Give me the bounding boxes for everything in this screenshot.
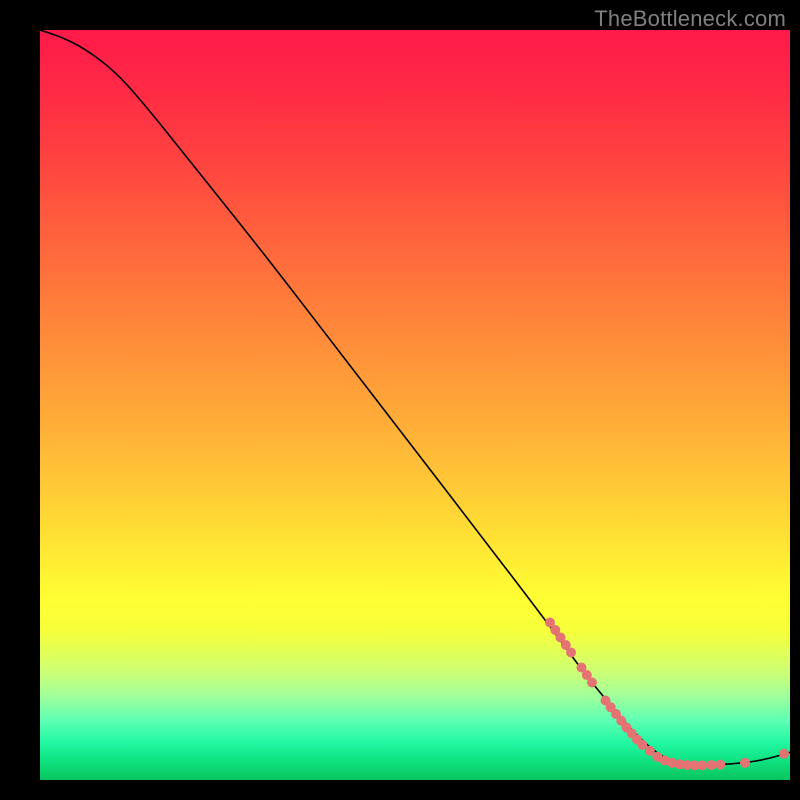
data-point	[697, 760, 707, 770]
bottleneck-curve	[40, 30, 790, 765]
data-point	[706, 760, 716, 770]
data-point	[587, 678, 597, 688]
data-point	[566, 648, 576, 658]
data-points-group	[545, 618, 789, 771]
chart-svg	[40, 30, 790, 780]
watermark-text: TheBottleneck.com	[594, 6, 786, 32]
data-point	[740, 758, 750, 768]
data-point	[779, 749, 789, 759]
data-point	[715, 760, 725, 770]
chart-container: TheBottleneck.com	[0, 0, 800, 800]
